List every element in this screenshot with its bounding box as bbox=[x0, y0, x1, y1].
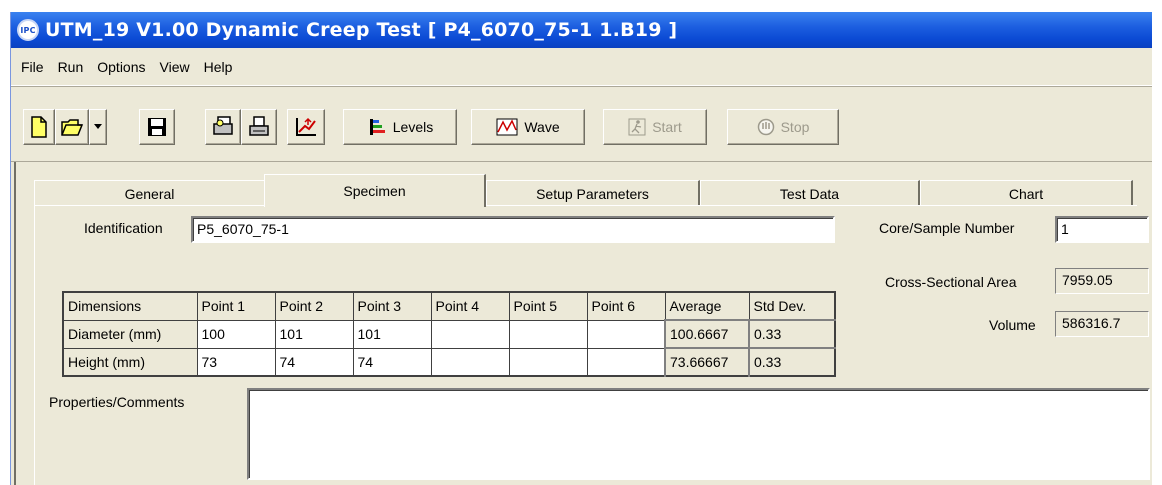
print-preview-button[interactable] bbox=[205, 109, 241, 145]
tab-test-data[interactable]: Test Data bbox=[700, 180, 920, 206]
printer-icon bbox=[249, 116, 269, 136]
menu-file[interactable]: File bbox=[15, 55, 52, 79]
height-point-6-cell[interactable] bbox=[586, 347, 666, 377]
column-header: Std Dev. bbox=[748, 291, 836, 321]
window-title: UTM_19 V1.00 Dynamic Creep Test [ P4_607… bbox=[45, 19, 678, 41]
identification-label: Identification bbox=[84, 220, 163, 236]
cross-sectional-area-label: Cross-Sectional Area bbox=[885, 274, 1017, 290]
height-point-1-cell[interactable]: 73 bbox=[196, 347, 276, 377]
core-sample-number-label: Core/Sample Number bbox=[879, 220, 1015, 236]
column-header: Point 5 bbox=[508, 291, 588, 321]
wave-button[interactable]: Wave bbox=[471, 109, 585, 145]
save-disk-icon bbox=[148, 118, 166, 136]
new-file-icon bbox=[31, 116, 47, 138]
tab-strip: General Specimen Setup Parameters Test D… bbox=[34, 174, 1134, 207]
levels-label: Levels bbox=[392, 119, 434, 135]
cross-sectional-area-value: 7959.05 bbox=[1055, 268, 1149, 294]
height-point-5-cell[interactable] bbox=[508, 347, 588, 377]
diameter-point-4-cell[interactable] bbox=[430, 319, 510, 349]
start-button[interactable]: Start bbox=[603, 109, 707, 145]
run-figure-icon bbox=[628, 118, 646, 136]
column-header: Average bbox=[664, 291, 750, 321]
row-label: Height (mm) bbox=[62, 347, 198, 377]
column-header: Point 3 bbox=[352, 291, 432, 321]
properties-comments-label: Properties/Comments bbox=[49, 394, 185, 410]
toolbar: Levels Wave Start Stop bbox=[11, 86, 1152, 162]
levels-icon bbox=[369, 119, 385, 135]
menu-view[interactable]: View bbox=[154, 55, 198, 79]
diameter-point-5-cell[interactable] bbox=[508, 319, 588, 349]
height-average-cell: 73.66667 bbox=[664, 347, 750, 377]
menu-options[interactable]: Options bbox=[91, 55, 153, 79]
column-header: Point 4 bbox=[430, 291, 510, 321]
levels-button[interactable]: Levels bbox=[343, 109, 457, 145]
stop-icon bbox=[757, 118, 774, 136]
height-point-3-cell[interactable]: 74 bbox=[352, 347, 432, 377]
new-file-button[interactable] bbox=[23, 109, 55, 145]
height-point-4-cell[interactable] bbox=[430, 347, 510, 377]
column-header: Point 6 bbox=[586, 291, 666, 321]
diameter-point-2-cell[interactable]: 101 bbox=[274, 319, 354, 349]
wave-icon bbox=[496, 118, 518, 136]
properties-comments-textarea[interactable] bbox=[247, 388, 1150, 480]
core-sample-number-input[interactable]: 1 bbox=[1055, 216, 1149, 243]
tab-setup-parameters[interactable]: Setup Parameters bbox=[486, 180, 700, 206]
tab-specimen[interactable]: Specimen bbox=[264, 174, 486, 207]
export-chart-button[interactable] bbox=[287, 109, 325, 145]
menu-bar: File Run Options View Help bbox=[11, 48, 1152, 86]
print-button[interactable] bbox=[241, 109, 277, 145]
table-row-height: Height (mm) 73 74 74 73.66667 0.33 bbox=[62, 347, 836, 377]
diameter-point-1-cell[interactable]: 100 bbox=[196, 319, 276, 349]
wave-label: Wave bbox=[524, 119, 560, 135]
column-header: Point 2 bbox=[274, 291, 354, 321]
stop-button[interactable]: Stop bbox=[727, 109, 839, 145]
row-label: Diameter (mm) bbox=[62, 319, 198, 349]
start-label: Start bbox=[652, 119, 682, 135]
diameter-point-3-cell[interactable]: 101 bbox=[352, 319, 432, 349]
column-header: Dimensions bbox=[62, 291, 198, 321]
menu-run[interactable]: Run bbox=[52, 55, 92, 79]
dimensions-table: Dimensions Point 1 Point 2 Point 3 Point… bbox=[62, 291, 836, 377]
open-folder-icon bbox=[61, 119, 84, 136]
open-dropdown-button[interactable] bbox=[89, 109, 107, 145]
main-panel: General Specimen Setup Parameters Test D… bbox=[14, 162, 1153, 485]
title-bar: IPC UTM_19 V1.00 Dynamic Creep Test [ P4… bbox=[11, 12, 1152, 48]
table-row-diameter: Diameter (mm) 100 101 101 100.6667 0.33 bbox=[62, 319, 836, 349]
tab-chart[interactable]: Chart bbox=[920, 180, 1133, 206]
column-header: Point 1 bbox=[196, 291, 276, 321]
tab-general[interactable]: General bbox=[34, 180, 266, 206]
app-window: IPC UTM_19 V1.00 Dynamic Creep Test [ P4… bbox=[10, 12, 1152, 485]
identification-input[interactable]: P5_6070_75-1 bbox=[191, 216, 835, 243]
height-point-2-cell[interactable]: 74 bbox=[274, 347, 354, 377]
open-file-button[interactable] bbox=[55, 109, 89, 145]
volume-label: Volume bbox=[989, 317, 1036, 333]
menu-help[interactable]: Help bbox=[198, 55, 241, 79]
print-preview-icon bbox=[213, 116, 233, 135]
diameter-point-6-cell[interactable] bbox=[586, 319, 666, 349]
table-header-row: Dimensions Point 1 Point 2 Point 3 Point… bbox=[62, 291, 836, 321]
diameter-average-cell: 100.6667 bbox=[664, 319, 750, 349]
specimen-tab-content: Identification P5_6070_75-1 Core/Sample … bbox=[34, 205, 1150, 485]
stop-label: Stop bbox=[780, 119, 810, 135]
diameter-std-dev-cell: 0.33 bbox=[748, 319, 836, 349]
volume-value: 586316.7 bbox=[1055, 311, 1149, 337]
chart-export-icon bbox=[296, 117, 316, 136]
save-button[interactable] bbox=[139, 109, 175, 145]
height-std-dev-cell: 0.33 bbox=[748, 347, 836, 377]
chevron-down-icon bbox=[94, 124, 102, 129]
app-logo-icon: IPC bbox=[17, 19, 39, 41]
